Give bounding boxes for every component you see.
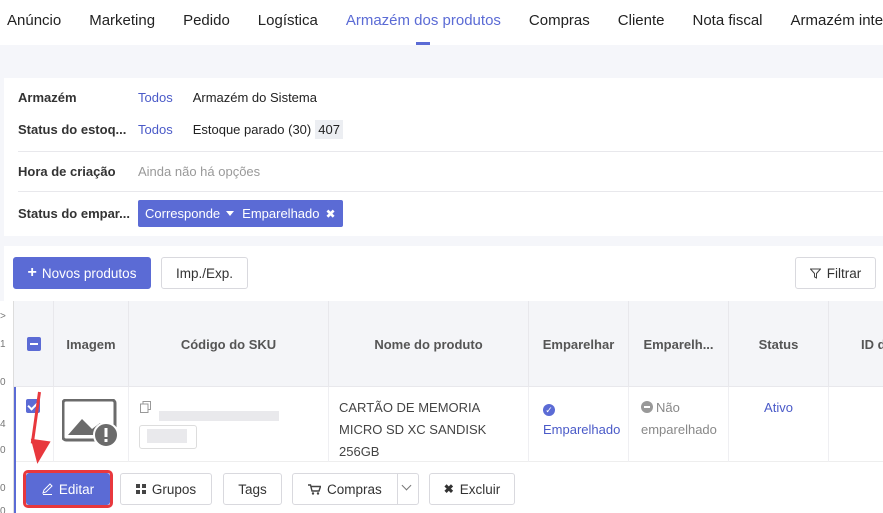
delete-button[interactable]: ✖ Excluir (429, 473, 515, 505)
new-products-button[interactable]: + Novos produtos (13, 257, 151, 289)
cart-icon (308, 483, 321, 495)
button-label: Novos produtos (41, 265, 137, 281)
filter-row-warehouse: Armazém Todos Armazém do Sistema (18, 90, 337, 105)
selector-mode[interactable]: Corresponde (145, 206, 220, 221)
nav-item-nota-fiscal[interactable]: Nota fiscal (678, 0, 776, 45)
nav-item-cliente[interactable]: Cliente (604, 0, 679, 45)
nav-item-pedido[interactable]: Pedido (169, 0, 244, 45)
nav-item-logistica[interactable]: Logística (244, 0, 332, 45)
filter-label: Armazém (18, 90, 77, 105)
edge-mark: 0 (0, 445, 6, 456)
table-header: Imagem Código do SKU Nome do produto Emp… (14, 301, 883, 387)
funnel-icon (809, 268, 821, 279)
close-icon: ✖ (443, 482, 454, 496)
products-table: Imagem Código do SKU Nome do produto Emp… (14, 301, 883, 513)
nav-item-marketing[interactable]: Marketing (75, 0, 169, 45)
filter-label: Status do empar... (18, 206, 130, 221)
left-edge-strip: > 1 0 4 0 0 0 (0, 301, 14, 513)
filter-label: Status do estoq... (18, 122, 127, 137)
nav-item-compras[interactable]: Compras (515, 0, 604, 45)
product-name[interactable]: CARTÃO DE MEMORIA MICRO SD XC SANDISK 25… (329, 387, 529, 462)
empty-options-text: Ainda não há opções (138, 164, 261, 179)
paired-cell: Não emparelhado (629, 387, 729, 462)
copy-icon[interactable] (140, 401, 151, 413)
filter-row-stock-status: Status do estoq... Todos Estoque parado … (18, 120, 343, 139)
filter-row-pair-status: Status do empar... Corresponde Emparelha… (18, 200, 343, 227)
filter-option[interactable]: Estoque parado (30) (193, 122, 312, 137)
split-divider (397, 474, 398, 504)
button-label: Excluir (459, 481, 501, 497)
row-actions: Editar Grupos Tags Compras ✖ Excluir (14, 462, 883, 513)
edge-mark: 4 (0, 419, 6, 430)
pair-status-selector[interactable]: Corresponde Emparelhado ✖ (138, 200, 343, 227)
blurred-sku (159, 411, 279, 421)
column-header-paired: Emparelh... (629, 301, 729, 387)
filter-option-all[interactable]: Todos (138, 90, 173, 105)
filter-panel: Armazém Todos Armazém do Sistema Status … (4, 78, 883, 236)
image-cell (54, 387, 129, 462)
header-select-all[interactable] (14, 301, 54, 387)
status-cell[interactable]: Ativo (729, 387, 829, 462)
groups-button[interactable]: Grupos (120, 473, 212, 505)
select-all-checkbox[interactable] (26, 337, 41, 351)
blurred-sku-tag (147, 429, 187, 443)
column-header-image: Imagem (54, 301, 129, 387)
import-export-button[interactable]: Imp./Exp. (161, 257, 248, 289)
edge-mark: 1 (0, 339, 6, 350)
filter-option[interactable]: Armazém do Sistema (193, 90, 317, 105)
selected-value: Emparelhado (242, 206, 320, 221)
caret-down-icon[interactable] (226, 211, 235, 216)
divider (18, 151, 883, 152)
filter-option-all[interactable]: Todos (138, 122, 173, 137)
column-header-sku: Código do SKU (129, 301, 329, 387)
plus-icon: + (27, 264, 37, 281)
table-row[interactable]: CARTÃO DE MEMORIA MICRO SD XC SANDISK 25… (14, 387, 883, 462)
filter-label: Hora de criação (18, 164, 116, 179)
button-label: Grupos (151, 481, 197, 497)
minus-circle-icon (641, 401, 653, 413)
button-label: Compras (327, 481, 382, 497)
filter-row-created: Hora de criação Ainda não há opções (18, 164, 280, 179)
annotation-arrow-head (27, 438, 51, 466)
grid-icon (135, 484, 146, 494)
pair-status-text: Emparelhado (543, 422, 621, 437)
nav-item-armazem-produtos[interactable]: Armazém dos produtos (332, 0, 515, 45)
close-icon[interactable]: ✖ (325, 207, 335, 221)
edge-mark: 0 (0, 483, 6, 494)
column-header-name: Nome do produto (329, 301, 529, 387)
column-header-status: Status (729, 301, 829, 387)
tags-button[interactable]: Tags (223, 473, 282, 505)
top-nav: Anúncio Marketing Pedido Logística Armaz… (0, 0, 883, 45)
edge-mark: 0 (0, 377, 6, 388)
sku-cell (129, 387, 329, 462)
image-placeholder-icon (62, 399, 119, 448)
chevron-down-icon[interactable] (401, 480, 412, 491)
button-label: Filtrar (826, 265, 862, 281)
count-badge: 407 (315, 120, 343, 139)
button-label: Imp./Exp. (175, 265, 234, 281)
edge-mark: > (0, 311, 6, 322)
nav-item-anuncio[interactable]: Anúncio (0, 0, 75, 45)
divider (18, 191, 883, 192)
pair-cell[interactable]: ✓ Emparelhado (529, 387, 629, 462)
filter-button[interactable]: Filtrar (795, 257, 876, 289)
check-circle-icon: ✓ (543, 404, 555, 416)
button-label: Tags (238, 481, 267, 497)
highlight-box (23, 470, 113, 508)
edge-mark: 0 (0, 506, 6, 513)
toolbar: + Novos produtos Imp./Exp. Filtrar (4, 246, 883, 301)
column-header-pair: Emparelhar (529, 301, 629, 387)
column-header-id: ID d (829, 301, 883, 387)
nav-item-armazem-internacional[interactable]: Armazém internacio (777, 0, 883, 45)
purchases-button[interactable]: Compras (292, 473, 419, 505)
